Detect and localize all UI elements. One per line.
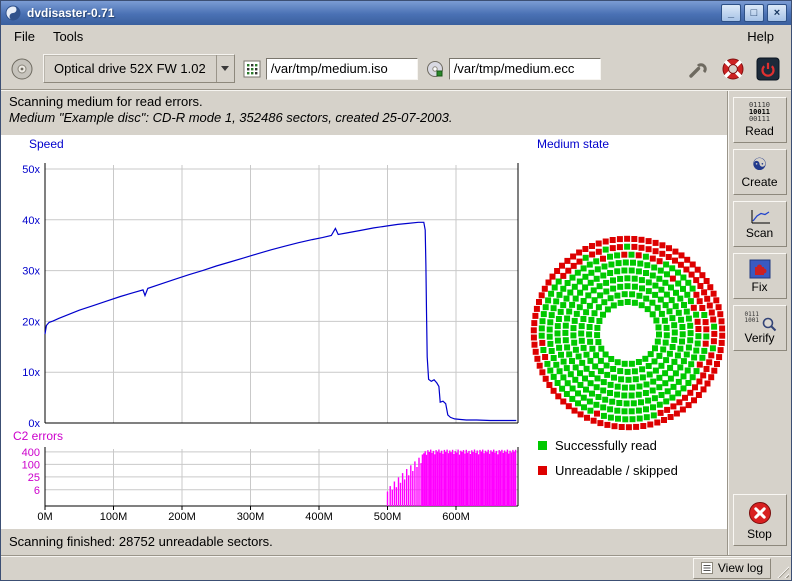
close-button[interactable]: ×	[767, 4, 787, 22]
lifebuoy-help-icon[interactable]	[721, 57, 745, 81]
create-label: Create	[741, 175, 777, 189]
menu-bar: File Tools Help	[1, 25, 791, 48]
read-label: Read	[745, 124, 774, 138]
fix-button[interactable]: Fix	[733, 253, 787, 299]
main-area: Scanning medium for read errors. Medium …	[1, 91, 791, 556]
stop-x-icon	[747, 500, 773, 526]
green-swatch-icon	[538, 441, 547, 450]
svg-text:400: 400	[22, 447, 40, 459]
speed-chart: 0x10x20x30x40x50x	[22, 163, 518, 430]
legend-ok-label: Successfully read	[555, 438, 657, 453]
scan-label: Scan	[746, 226, 773, 240]
puzzle-fix-icon	[748, 259, 772, 279]
create-button[interactable]: ☯ Create	[733, 149, 787, 195]
svg-text:6: 6	[34, 485, 40, 497]
action-sidebar: 01110 10011 00111 Read ☯ Create Scan	[727, 91, 791, 556]
read-button[interactable]: 01110 10011 00111 Read	[733, 97, 787, 143]
legend-unreadable: Unreadable / skipped	[538, 463, 678, 478]
app-window: dvdisaster-0.71 _ □ × File Tools Help Op…	[0, 0, 792, 581]
svg-text:40x: 40x	[22, 215, 40, 227]
chevron-down-icon	[216, 55, 234, 82]
scan-result-text: Scanning finished: 28752 unreadable sect…	[9, 534, 273, 549]
medium-state-title: Medium state	[537, 137, 609, 151]
binary-read-icon: 01110 10011 00111	[749, 102, 770, 123]
minimize-button[interactable]: _	[721, 4, 741, 22]
menu-help[interactable]: Help	[738, 27, 783, 46]
svg-text:300M: 300M	[237, 511, 265, 523]
app-icon	[5, 5, 21, 21]
binary-magnifier-icon: 0111 1001	[745, 312, 775, 330]
drive-icon	[9, 56, 35, 82]
legend-bad-label: Unreadable / skipped	[555, 463, 678, 478]
window-title: dvdisaster-0.71	[27, 6, 114, 20]
mini-chart-icon	[748, 208, 772, 225]
view-log-button[interactable]: View log	[693, 558, 771, 579]
c2-errors-chart-title: C2 errors	[13, 429, 63, 443]
drive-select-value: Optical drive 52X FW 1.02	[44, 61, 216, 76]
maximize-button[interactable]: □	[744, 4, 764, 22]
red-swatch-icon	[538, 466, 547, 475]
ecc-path-input[interactable]	[449, 58, 601, 80]
ecc-file-icon	[426, 60, 444, 78]
medium-state-disc	[531, 236, 725, 430]
title-bar[interactable]: dvdisaster-0.71 _ □ ×	[1, 1, 791, 25]
svg-text:100: 100	[22, 459, 40, 471]
verify-button[interactable]: 0111 1001 Verify	[733, 305, 787, 351]
legend-successfully-read: Successfully read	[538, 438, 657, 453]
svg-text:400M: 400M	[305, 511, 333, 523]
svg-text:200M: 200M	[168, 511, 196, 523]
stop-label: Stop	[747, 527, 772, 541]
power-quit-icon[interactable]	[756, 57, 780, 81]
yin-yang-icon: ☯	[752, 156, 767, 174]
speed-chart-title: Speed	[29, 137, 64, 151]
svg-text:50x: 50x	[22, 164, 40, 176]
status-line-1: Scanning medium for read errors.	[9, 94, 203, 109]
menu-file[interactable]: File	[5, 27, 44, 46]
chart-panel: 0x10x20x30x40x50x4001002560M100M200M300M…	[1, 135, 727, 529]
c2-errors-chart: 400100256 0M 100M 200M 300M 400M 500M 600M	[22, 447, 518, 523]
stop-button[interactable]: Stop	[733, 494, 787, 546]
svg-text:500M: 500M	[374, 511, 402, 523]
svg-text:30x: 30x	[22, 266, 40, 278]
svg-text:100M: 100M	[100, 511, 128, 523]
svg-text:20x: 20x	[22, 316, 40, 328]
fix-label: Fix	[752, 280, 768, 294]
menu-tools[interactable]: Tools	[44, 27, 92, 46]
svg-text:25: 25	[28, 472, 40, 484]
status-line-2: Medium "Example disc": CD-R mode 1, 3524…	[9, 110, 453, 125]
drive-select[interactable]: Optical drive 52X FW 1.02	[43, 54, 235, 83]
svg-text:0M: 0M	[37, 511, 52, 523]
image-file-icon	[243, 60, 261, 78]
toolbar: Optical drive 52X FW 1.02	[1, 48, 791, 90]
view-log-label: View log	[718, 561, 763, 575]
svg-text:600M: 600M	[442, 511, 470, 523]
preferences-wrench-icon[interactable]	[686, 57, 710, 81]
verify-label: Verify	[744, 331, 774, 345]
svg-text:10x: 10x	[22, 367, 40, 379]
status-bar: View log	[1, 555, 791, 580]
scan-button[interactable]: Scan	[733, 201, 787, 247]
log-list-icon	[701, 562, 713, 574]
iso-path-input[interactable]	[266, 58, 418, 80]
